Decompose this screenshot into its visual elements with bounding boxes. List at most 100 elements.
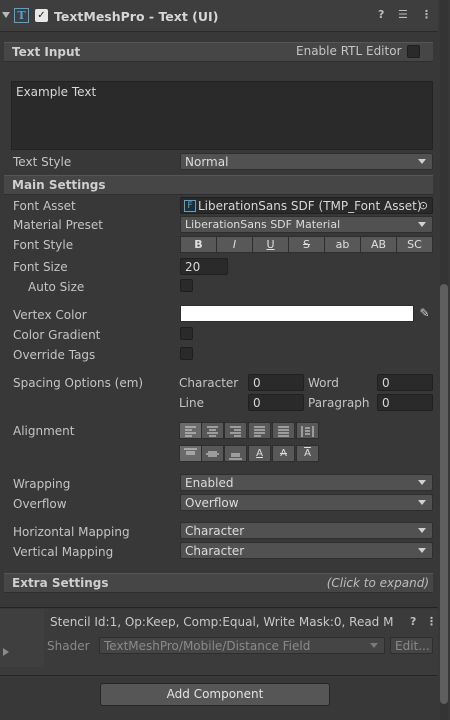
chevron-down-icon bbox=[370, 643, 378, 648]
align-geometry-center-button[interactable] bbox=[296, 422, 319, 439]
font-size-value: 20 bbox=[185, 260, 201, 274]
color-gradient-checkbox[interactable] bbox=[180, 327, 193, 340]
align-middle-button[interactable] bbox=[201, 445, 224, 462]
paragraph-spacing-field[interactable]: 0 bbox=[377, 394, 433, 411]
text-input-area[interactable]: Example Text bbox=[11, 81, 433, 150]
paragraph-spacing-label: Paragraph bbox=[308, 396, 370, 410]
align-justified-button[interactable] bbox=[248, 422, 271, 439]
font-style-italic-button[interactable]: I bbox=[216, 236, 253, 253]
align-top-button[interactable] bbox=[179, 445, 202, 462]
auto-size-checkbox[interactable] bbox=[180, 279, 193, 292]
align-flush-button[interactable] bbox=[272, 422, 295, 439]
font-style-strikethrough-button[interactable]: S bbox=[288, 236, 325, 253]
align-midline-button[interactable]: A bbox=[272, 445, 295, 462]
word-spacing-field[interactable]: 0 bbox=[377, 374, 433, 391]
help-icon[interactable]: ? bbox=[410, 615, 416, 628]
align-flush-icon bbox=[278, 426, 289, 437]
override-tags-label: Override Tags bbox=[13, 348, 96, 362]
align-center-icon bbox=[207, 426, 218, 437]
overflow-label: Overflow bbox=[13, 497, 67, 511]
font-style-smallcaps-button[interactable]: SC bbox=[396, 236, 433, 253]
vertical-mapping-dropdown[interactable]: Character bbox=[180, 542, 433, 559]
shader-dropdown[interactable]: TextMeshPro/Mobile/Distance Field bbox=[99, 637, 385, 654]
vertex-color-field[interactable] bbox=[180, 305, 414, 322]
line-spacing-label: Line bbox=[179, 396, 205, 410]
align-geometry-center-icon bbox=[301, 426, 314, 437]
align-left-icon bbox=[185, 426, 196, 437]
shader-edit-button[interactable]: Edit... bbox=[390, 637, 433, 654]
character-spacing-field[interactable]: 0 bbox=[248, 374, 304, 391]
help-icon[interactable]: ? bbox=[378, 8, 384, 21]
material-preset-dropdown[interactable]: LiberationSans SDF Material bbox=[180, 216, 433, 233]
add-component-button[interactable]: Add Component bbox=[100, 683, 330, 706]
component-divider bbox=[0, 607, 438, 608]
word-spacing-value: 0 bbox=[382, 376, 390, 390]
material-preset-value: LiberationSans SDF Material bbox=[185, 218, 341, 231]
font-asset-icon: F bbox=[184, 200, 196, 212]
main-settings-section-header[interactable]: Main Settings bbox=[4, 175, 433, 195]
spacing-options-label: Spacing Options (em) bbox=[13, 376, 144, 390]
text-input-section-label: Text Input bbox=[12, 45, 81, 59]
font-style-label: Font Style bbox=[13, 238, 74, 252]
material-foldout-icon[interactable] bbox=[3, 648, 9, 656]
overflow-dropdown[interactable]: Overflow bbox=[180, 494, 433, 511]
stencil-info: Stencil Id:1, Op:Keep, Comp:Equal, Write… bbox=[50, 615, 394, 629]
font-asset-field[interactable]: F LiberationSans SDF (TMP_Font Asset) ⊙ bbox=[180, 197, 433, 214]
chevron-down-icon bbox=[418, 222, 426, 227]
font-size-field[interactable]: 20 bbox=[180, 258, 228, 275]
chevron-down-icon bbox=[418, 159, 426, 164]
eyedropper-icon[interactable]: ✎ bbox=[416, 305, 433, 322]
font-asset-label: Font Asset bbox=[13, 199, 76, 213]
align-bottom-icon bbox=[229, 453, 242, 460]
font-style-underline-button[interactable]: U bbox=[252, 236, 289, 253]
wrapping-dropdown[interactable]: Enabled bbox=[180, 474, 433, 491]
override-tags-checkbox[interactable] bbox=[180, 347, 193, 360]
align-top-icon bbox=[184, 448, 197, 455]
extra-settings-section-header[interactable]: Extra Settings (Click to expand) bbox=[4, 573, 433, 593]
font-style-lowercase-button[interactable]: ab bbox=[324, 236, 361, 253]
more-icon[interactable]: ⋮ bbox=[426, 615, 437, 628]
more-icon[interactable]: ⋮ bbox=[421, 8, 432, 21]
text-style-dropdown[interactable]: Normal bbox=[180, 153, 433, 170]
align-right-button[interactable] bbox=[224, 422, 247, 439]
alignment-label: Alignment bbox=[13, 424, 75, 438]
paragraph-spacing-value: 0 bbox=[382, 396, 390, 410]
rtl-editor-checkbox[interactable] bbox=[407, 45, 420, 58]
align-middle-icon bbox=[206, 451, 219, 457]
foldout-arrow-icon[interactable] bbox=[2, 12, 10, 18]
shader-value: TextMeshPro/Mobile/Distance Field bbox=[104, 639, 311, 653]
align-capline-button[interactable]: A bbox=[296, 445, 319, 462]
vertical-mapping-label: Vertical Mapping bbox=[13, 545, 114, 559]
line-spacing-field[interactable]: 0 bbox=[248, 394, 304, 411]
shader-label: Shader bbox=[47, 639, 90, 653]
horizontal-mapping-value: Character bbox=[185, 524, 245, 538]
horizontal-mapping-dropdown[interactable]: Character bbox=[180, 522, 433, 539]
object-picker-icon[interactable]: ⊙ bbox=[419, 199, 428, 212]
auto-size-label: Auto Size bbox=[28, 280, 85, 294]
textmeshpro-icon: T bbox=[14, 8, 29, 23]
text-style-value: Normal bbox=[185, 155, 229, 169]
component-enabled-checkbox[interactable]: ✓ bbox=[35, 9, 48, 22]
extra-settings-section-label: Extra Settings bbox=[12, 576, 109, 590]
character-spacing-value: 0 bbox=[253, 376, 261, 390]
presets-icon[interactable]: ☰ bbox=[398, 8, 408, 21]
align-left-button[interactable] bbox=[179, 422, 202, 439]
chevron-down-icon bbox=[418, 500, 426, 505]
align-baseline-button[interactable]: A bbox=[248, 445, 271, 462]
font-style-bold-button[interactable]: B bbox=[180, 236, 217, 253]
font-size-label: Font Size bbox=[13, 260, 68, 274]
character-spacing-label: Character bbox=[179, 376, 239, 390]
chevron-down-icon bbox=[418, 548, 426, 553]
align-bottom-button[interactable] bbox=[224, 445, 247, 462]
align-center-button[interactable] bbox=[201, 422, 224, 439]
line-spacing-value: 0 bbox=[253, 396, 261, 410]
color-gradient-label: Color Gradient bbox=[13, 328, 101, 342]
vertical-mapping-value: Character bbox=[185, 544, 245, 558]
rtl-editor-label: Enable RTL Editor bbox=[296, 44, 402, 58]
font-style-uppercase-button[interactable]: AB bbox=[360, 236, 397, 253]
footer-divider bbox=[0, 675, 438, 676]
scrollbar-thumb[interactable] bbox=[440, 284, 448, 704]
text-input-value: Example Text bbox=[16, 85, 97, 99]
align-baseline-icon: A bbox=[256, 448, 263, 459]
align-midline-icon: A bbox=[280, 448, 287, 459]
